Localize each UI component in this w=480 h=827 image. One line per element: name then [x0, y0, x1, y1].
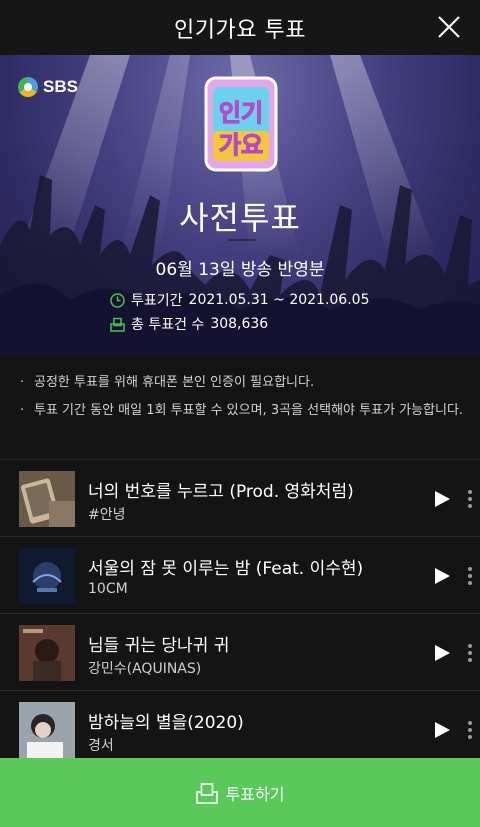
song-item[interactable]: 너의 번호를 누르고 (Prod. 영화처럼) #안녕	[0, 459, 480, 537]
svg-text:가요: 가요	[219, 131, 263, 159]
ballot-box-icon	[195, 782, 218, 804]
album-art	[19, 625, 75, 681]
close-icon[interactable]	[432, 10, 466, 44]
play-icon[interactable]	[432, 566, 452, 586]
song-title: 밤하늘의 별을(2020)	[88, 713, 244, 733]
song-artist: 강민수(AQUINAS)	[88, 661, 202, 677]
song-artist: 10CM	[88, 581, 128, 597]
album-art	[19, 471, 75, 527]
vote-period-value: 2021.05.31 ~ 2021.06.05	[188, 292, 370, 308]
sbs-logo: SBS	[18, 77, 78, 97]
vote-button-label: 투표하기	[225, 784, 285, 804]
notice-item: · 공정한 투표를 위해 휴대폰 본인 인증이 필요합니다.	[20, 375, 315, 390]
vote-button[interactable]: 투표하기	[0, 758, 480, 827]
hero-divider	[228, 239, 256, 241]
play-icon[interactable]	[432, 489, 452, 509]
notice-item: · 투표 기간 동안 매일 1회 투표할 수 있으며, 3곡을 선택해야 투표가 …	[20, 403, 464, 418]
play-icon[interactable]	[432, 643, 452, 663]
more-vertical-icon[interactable]	[464, 719, 476, 741]
hero-subtitle: 06월 13일 방송 반영분	[155, 260, 325, 280]
svg-text:인기: 인기	[219, 99, 263, 127]
hero-banner: SBS 인기 가요 사전투표 06월 13일 방송 반영분 투표기간 2021.…	[0, 55, 480, 355]
sbs-ball-icon	[18, 77, 38, 97]
page-title: 인기가요 투표	[174, 17, 306, 43]
album-art	[19, 548, 75, 604]
more-vertical-icon[interactable]	[464, 642, 476, 664]
vote-notice: · 공정한 투표를 위해 휴대폰 본인 인증이 필요합니다. · 투표 기간 동안 …	[0, 355, 480, 459]
song-artist: 경서	[88, 738, 114, 754]
more-vertical-icon[interactable]	[464, 565, 476, 587]
total-votes-row: 총 투표건 수 308,636	[110, 314, 268, 334]
ballot-box-icon	[110, 317, 125, 332]
song-title: 님들 귀는 당나귀 귀	[88, 636, 230, 656]
song-artist: #안녕	[88, 507, 126, 523]
clock-icon	[110, 292, 125, 308]
play-icon[interactable]	[432, 720, 452, 740]
more-vertical-icon[interactable]	[464, 488, 476, 510]
total-votes-value: 308,636	[210, 316, 269, 332]
song-title: 서울의 잠 못 이루는 밤 (Feat. 이수현)	[88, 559, 364, 579]
song-item[interactable]: 님들 귀는 당나귀 귀 강민수(AQUINAS)	[0, 613, 480, 691]
vote-period-row: 투표기간 2021.05.31 ~ 2021.06.05	[110, 290, 369, 310]
total-votes-label: 총 투표건 수	[131, 317, 205, 333]
top-bar: 인기가요 투표	[0, 0, 480, 55]
vote-period-label: 투표기간	[131, 293, 183, 309]
song-item[interactable]: 서울의 잠 못 이루는 밤 (Feat. 이수현) 10CM	[0, 536, 480, 614]
inkigayo-logo: 인기 가요	[204, 76, 278, 172]
album-art	[19, 702, 75, 758]
hero-title: 사전투표	[179, 199, 301, 237]
song-title: 너의 번호를 누르고 (Prod. 영화처럼)	[88, 482, 354, 502]
song-item[interactable]: 밤하늘의 별을(2020) 경서	[0, 690, 480, 768]
